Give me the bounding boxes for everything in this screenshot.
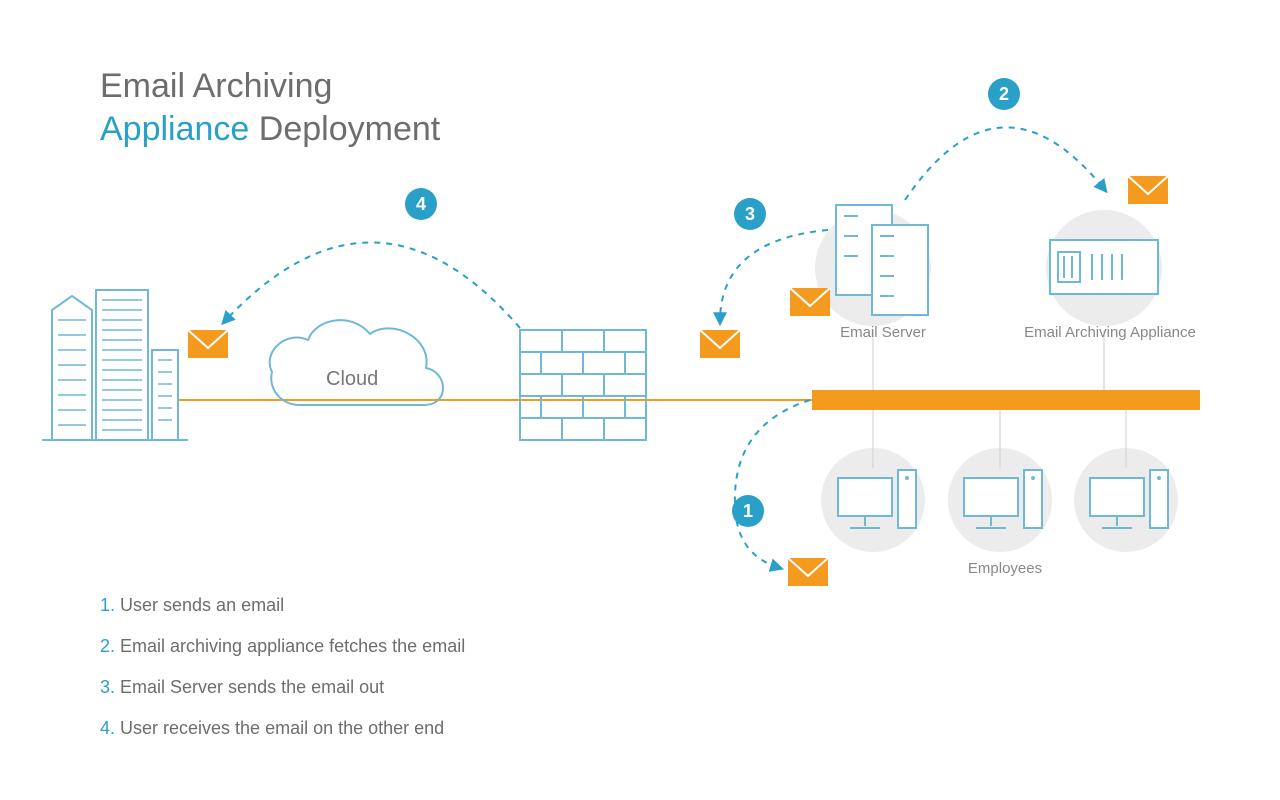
email-server-label: Email Server xyxy=(838,324,928,341)
legend-num-3: 3. xyxy=(100,677,115,697)
legend-item-4: 4. User receives the email on the other … xyxy=(100,718,465,739)
step-badge-4-text: 4 xyxy=(416,194,426,215)
legend-text-4: User receives the email on the other end xyxy=(115,718,444,738)
cloud-icon xyxy=(270,320,443,405)
appliance-icon xyxy=(1050,240,1158,294)
envelope-icon-appliance xyxy=(1128,176,1168,204)
envelope-icon-firewall xyxy=(700,330,740,358)
legend-list: 1. User sends an email 2. Email archivin… xyxy=(100,595,465,759)
step-badge-2-text: 2 xyxy=(999,84,1009,105)
firewall-icon xyxy=(520,330,646,440)
cloud-label: Cloud xyxy=(326,368,378,391)
legend-num-2: 2. xyxy=(100,636,115,656)
network-bar xyxy=(812,390,1200,410)
envelope-icon-building xyxy=(188,330,228,358)
legend-text-1: User sends an email xyxy=(115,595,284,615)
envelope-icon-server xyxy=(790,288,830,316)
step-badge-3-text: 3 xyxy=(745,204,755,225)
step-badge-2: 2 xyxy=(988,78,1020,110)
appliance-label: Email Archiving Appliance xyxy=(1020,324,1200,341)
step-badge-3: 3 xyxy=(734,198,766,230)
employees-label: Employees xyxy=(960,560,1050,577)
step-badge-1: 1 xyxy=(732,495,764,527)
step-badge-4: 4 xyxy=(405,188,437,220)
legend-text-2: Email archiving appliance fetches the em… xyxy=(115,636,465,656)
step-badge-1-text: 1 xyxy=(743,501,753,522)
legend-text-3: Email Server sends the email out xyxy=(115,677,384,697)
arrow-2 xyxy=(905,127,1105,200)
legend-item-3: 3. Email Server sends the email out xyxy=(100,677,465,698)
envelope-icon-employees xyxy=(788,558,828,586)
arrow-4 xyxy=(224,242,520,328)
legend-item-1: 1. User sends an email xyxy=(100,595,465,616)
legend-num-1: 1. xyxy=(100,595,115,615)
legend-item-2: 2. Email archiving appliance fetches the… xyxy=(100,636,465,657)
legend-num-4: 4. xyxy=(100,718,115,738)
diagram-stage: Email Archiving Appliance Deployment xyxy=(0,0,1280,800)
arrow-1 xyxy=(735,400,810,568)
buildings-icon xyxy=(42,290,188,440)
